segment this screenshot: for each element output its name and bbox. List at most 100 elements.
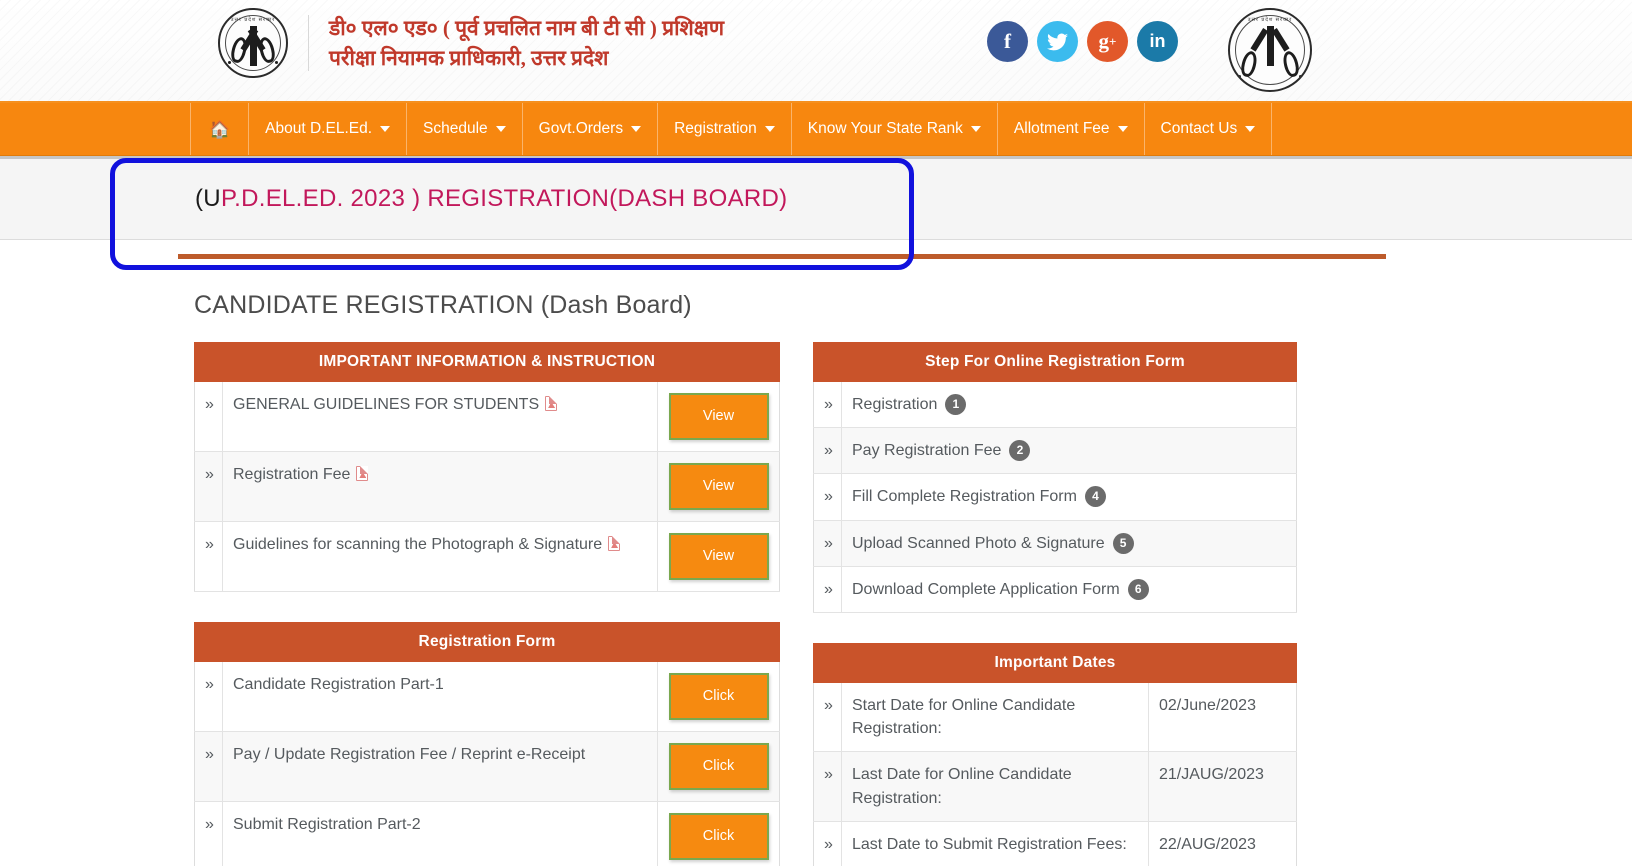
click-button[interactable]: Click [668,743,769,790]
table-row[interactable]: » Pay Registration Fee 2 [813,427,1297,475]
table-row[interactable]: » Registration Fee View [194,451,780,522]
nav-item-schedule[interactable]: Schedule [407,103,523,155]
nav-item-know-your-state-rank[interactable]: Know Your State Rank [792,103,998,155]
chevron-down-icon [1117,126,1128,132]
nav-item-registration[interactable]: Registration [658,103,792,155]
row-label-text: Upload Scanned Photo & Signature [852,534,1105,552]
emblem-bow-right-right [1271,28,1290,52]
emblem-dot-right-right [1299,75,1302,78]
table-row[interactable]: » Registration 1 [813,382,1297,429]
row-bullet-icon: » [194,731,223,802]
pdf-icon[interactable] [545,396,558,411]
panel-title-important-information: IMPORTANT INFORMATION & INSTRUCTION [194,342,780,382]
row-label: Registration 1 [841,382,1297,429]
row-bullet-icon: » [194,521,223,592]
brand-title-line-1: डी० एल० एड० ( पूर्व प्रचलित नाम बी टी सी… [329,15,725,40]
table-row[interactable]: » GENERAL GUIDELINES FOR STUDENTS View [194,382,780,452]
pdf-icon[interactable] [356,466,369,481]
emblem-dot-right [275,61,278,64]
view-button[interactable]: View [668,393,769,440]
click-button[interactable]: Click [668,813,769,860]
nav-item-about[interactable]: About D.EL.Ed. [249,103,408,155]
table-row[interactable]: » Guidelines for scanning the Photograph… [194,521,780,592]
chevron-down-icon [970,126,981,132]
table-registration-form: » Candidate Registration Part-1 Click » … [194,662,780,866]
row-label-text: Download Complete Application Form [852,580,1120,598]
nav-label-allotment-fee: Allotment Fee [1013,120,1110,137]
panel-steps: Step For Online Registration Form » Regi… [813,342,1297,613]
nav-label-about: About D.EL.Ed. [265,120,373,137]
row-label: GENERAL GUIDELINES FOR STUDENTS [222,382,658,452]
emblem-fish-right-right [1281,49,1301,79]
chevron-down-icon [1245,126,1256,132]
click-button[interactable]: Click [668,673,769,720]
main-navigation: 🏠 About D.EL.Ed. Schedule Govt.Orders Re… [0,103,1632,156]
table-row[interactable]: » Pay / Update Registration Fee / Reprin… [194,731,780,802]
emblem-dot-left-right [1238,75,1241,78]
brand-divider [308,15,309,71]
site-header: उत्तर प्रदेश सरकार डी० एल० एड० ( पूर्व प… [0,0,1632,103]
nav-item-home[interactable]: 🏠 [190,103,250,155]
pdf-icon[interactable] [608,536,621,551]
brand-block: उत्तर प्रदेश सरकार डी० एल० एड० ( पूर्व प… [218,8,724,78]
google-plus-icon[interactable]: g + [1087,21,1128,62]
row-date-value: 21/JAUG/2023 [1148,751,1297,822]
chevron-down-icon [495,126,506,132]
view-button[interactable]: View [668,533,769,580]
table-row[interactable]: » Download Complete Application Form 6 [813,566,1297,613]
nav-item-allotment-fee[interactable]: Allotment Fee [998,103,1145,155]
table-row[interactable]: » Fill Complete Registration Form 4 [813,473,1297,521]
right-column: Step For Online Registration Form » Regi… [813,342,1297,866]
table-important-dates: » Start Date for Online Candidate Regist… [813,682,1297,866]
row-label: Download Complete Application Form 6 [841,566,1297,613]
row-bullet-icon: » [813,382,842,429]
table-row: » Last Date to Submit Registration Fees:… [813,821,1297,866]
nav-item-govt-orders[interactable]: Govt.Orders [523,103,659,155]
row-label-text: Guidelines for scanning the Photograph &… [233,536,603,553]
panel-important-information: IMPORTANT INFORMATION & INSTRUCTION » GE… [194,342,780,592]
row-label: Guidelines for scanning the Photograph &… [222,521,658,592]
chevron-down-icon [380,126,391,132]
table-row[interactable]: » Upload Scanned Photo & Signature 5 [813,520,1297,567]
emblem-arc-text-right: उत्तर प्रदेश सरकार [1247,17,1293,23]
step-badge: 2 [1009,440,1031,462]
table-row[interactable]: » Candidate Registration Part-1 Click [194,662,780,732]
panel-important-dates: Important Dates » Start Date for Online … [813,642,1297,866]
nav-item-contact-us[interactable]: Contact Us [1145,103,1273,155]
page-title-band: (UP.D.EL.ED. 2023 ) REGISTRATION(DASH BO… [0,156,1632,240]
table-important-information: » GENERAL GUIDELINES FOR STUDENTS View »… [194,382,780,592]
row-bullet-icon: » [813,566,842,613]
step-badge: 1 [945,394,967,415]
nav-label-know-your-state-rank: Know Your State Rank [807,120,963,137]
home-icon: 🏠 [209,119,231,139]
linkedin-icon[interactable]: in [1137,21,1178,62]
row-date-value: 02/June/2023 [1148,682,1297,753]
row-label-text: Registration Fee [233,466,351,483]
row-bullet-icon: » [194,801,223,866]
row-label: Last Date for Online Candidate Registrat… [841,751,1149,822]
page-root: उत्तर प्रदेश सरकार डी० एल० एड० ( पूर्व प… [0,0,1632,866]
panel-title-important-dates: Important Dates [813,642,1297,683]
accent-divider [178,254,1386,259]
row-label-text: Fill Complete Registration Form [852,488,1077,506]
page-title: (UP.D.EL.ED. 2023 ) REGISTRATION(DASH BO… [195,185,787,213]
row-date-value: 22/AUG/2023 [1148,821,1297,866]
header-right-emblem: उत्तर प्रदेश सरकार [1228,8,1312,92]
row-label-text: GENERAL GUIDELINES FOR STUDENTS [233,396,540,413]
row-bullet-icon: » [813,473,842,521]
emblem-dot-left [228,61,231,64]
facebook-icon[interactable]: f [987,21,1028,62]
panel-registration-form: Registration Form » Candidate Registrati… [194,622,780,866]
row-bullet-icon: » [813,821,842,866]
row-bullet-icon: » [194,662,223,732]
chevron-down-icon [764,126,775,132]
row-action-cell: Click [657,662,780,732]
left-column: IMPORTANT INFORMATION & INSTRUCTION » GE… [194,342,780,866]
view-button[interactable]: View [668,463,769,510]
twitter-icon[interactable] [1037,21,1078,62]
table-row: » Last Date for Online Candidate Registr… [813,751,1297,822]
row-action-cell: View [657,382,780,452]
table-row[interactable]: » Submit Registration Part-2 Click [194,801,780,866]
row-action-cell: View [657,451,780,522]
row-label-text: Pay Registration Fee [852,442,1002,460]
